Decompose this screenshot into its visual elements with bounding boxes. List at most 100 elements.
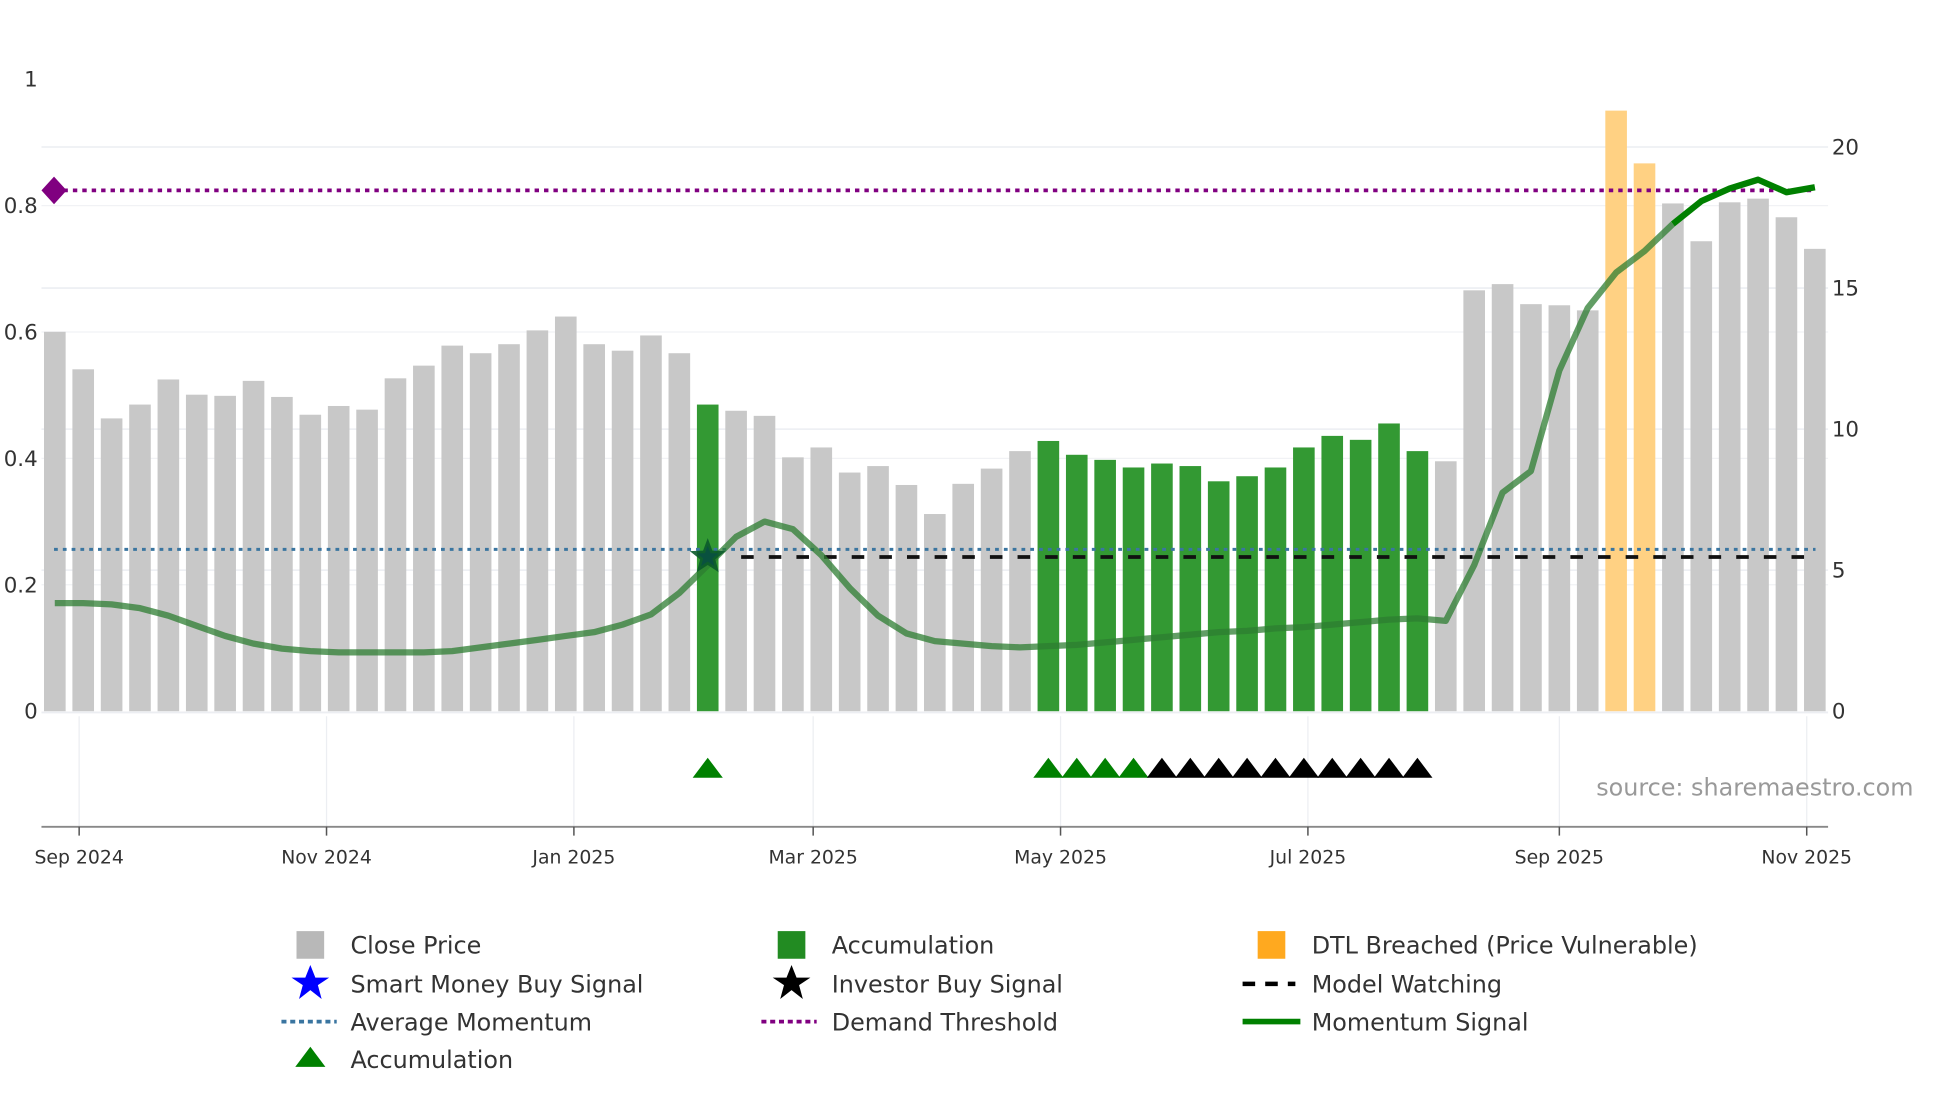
close-price-bar — [924, 514, 946, 712]
close-price-bar — [157, 379, 180, 712]
x-tick-label: Nov 2024 — [281, 847, 372, 868]
close-price-bar — [469, 353, 492, 712]
triangle-up-icon — [295, 1046, 326, 1067]
accumulation-bar — [1094, 459, 1116, 712]
accumulation-bar — [1037, 440, 1060, 712]
star-icon — [772, 965, 811, 999]
accumulation-triangle — [1090, 757, 1121, 778]
dtl-breached-bar — [1605, 110, 1627, 712]
accumulation-bar — [1207, 481, 1230, 712]
investor-triangle — [1260, 757, 1291, 778]
legend-dtl-swatch — [1257, 931, 1286, 959]
investor-triangle — [1373, 757, 1405, 778]
close-price-bar — [1009, 451, 1031, 712]
close-price-bar — [44, 331, 66, 712]
close-price-bar — [1662, 203, 1684, 712]
close-price-bar — [980, 468, 1003, 712]
investor-triangle — [1232, 757, 1263, 778]
close-price-bar — [1718, 202, 1741, 712]
source-annotation: source: sharemaestro.com — [1596, 773, 1913, 801]
momentum-chart: Sep 2024 Nov 2024 Jan 2025 Mar 2025 May 2025… — [4, 68, 1914, 1074]
y-left-tick-label: 0 — [24, 700, 38, 725]
close-price-bar — [1434, 461, 1457, 712]
star-icon — [291, 965, 330, 999]
close-price-bar — [1775, 217, 1798, 712]
accumulation-bar — [1264, 467, 1287, 712]
accumulation-triangle — [1061, 757, 1092, 778]
legend-close-price-swatch — [296, 931, 325, 959]
accumulation-bar — [1236, 476, 1258, 712]
legend-model-watching[interactable]: Model Watching — [1312, 971, 1502, 999]
close-price-bar — [952, 483, 975, 712]
x-tick-label: Sep 2025 — [1515, 847, 1604, 868]
x-tick-label: Jan 2025 — [531, 847, 615, 868]
close-price-bar — [413, 365, 435, 712]
close-price-bar — [1690, 241, 1713, 712]
legend-investor-buy[interactable]: Investor Buy Signal — [832, 971, 1063, 999]
close-price-bar — [554, 316, 577, 712]
legend-demand-threshold[interactable]: Demand Threshold — [832, 1008, 1058, 1036]
close-price-bar — [725, 410, 747, 712]
investor-triangle — [1317, 757, 1348, 778]
x-tick-label: Jul 2025 — [1269, 847, 1347, 868]
legend-smart-money[interactable]: Smart Money Buy Signal — [351, 971, 644, 999]
close-price-bar — [1463, 290, 1485, 712]
accumulation-bar — [1349, 439, 1372, 712]
close-price-bar — [299, 414, 322, 712]
accumulation-bar — [1122, 467, 1145, 712]
legend-close-price[interactable]: Close Price — [351, 932, 482, 960]
accumulation-triangle — [1033, 757, 1064, 778]
y-left-tick-label: 0.4 — [4, 447, 38, 472]
close-price-bar — [129, 404, 151, 712]
investor-triangle — [1203, 757, 1234, 778]
legend: Close Price Accumulation DTL Breached (P… — [281, 931, 1698, 1074]
close-price-bar — [1804, 248, 1826, 712]
legend-momentum-signal[interactable]: Momentum Signal — [1312, 1008, 1529, 1036]
bar-series — [44, 110, 1826, 712]
legend-accumulation-bar[interactable]: Accumulation — [832, 932, 995, 960]
close-price-bar — [640, 335, 662, 712]
x-tick-label: Nov 2025 — [1761, 847, 1852, 868]
close-price-bar — [1576, 310, 1599, 712]
close-price-bar — [242, 380, 265, 712]
accumulation-bar — [1378, 423, 1400, 712]
investor-triangle — [1146, 757, 1177, 778]
investor-triangle — [1345, 757, 1376, 778]
close-price-bar — [810, 447, 833, 712]
close-price-bar — [867, 466, 889, 712]
legend-accumulation-marker[interactable]: Accumulation — [351, 1046, 514, 1074]
y-right-tick-label: 20 — [1832, 136, 1859, 161]
close-price-bar — [384, 378, 407, 712]
close-price-bar — [895, 484, 918, 712]
close-price-bar — [782, 457, 804, 712]
close-price-bar — [327, 405, 350, 712]
close-price-bar — [441, 345, 464, 712]
close-price-bar — [611, 350, 634, 712]
close-price-bar — [668, 353, 691, 712]
accumulation-bar — [1179, 466, 1202, 712]
demand-threshold-diamond — [41, 176, 67, 205]
close-price-bar — [1747, 198, 1769, 712]
x-tick-label: May 2025 — [1014, 847, 1107, 868]
y-right-tick-label: 0 — [1832, 700, 1846, 725]
close-price-bar — [498, 344, 520, 712]
legend-average-momentum[interactable]: Average Momentum — [351, 1008, 593, 1036]
accumulation-triangle — [1118, 757, 1149, 778]
y-left-tick-label: 1 — [24, 68, 38, 93]
close-price-bar — [753, 415, 776, 712]
y-left-tick-label: 0.2 — [4, 573, 38, 598]
close-price-bar — [526, 330, 549, 712]
close-price-bar — [72, 369, 95, 712]
investor-triangle — [1175, 757, 1206, 778]
y-right-tick-label: 15 — [1832, 277, 1859, 302]
legend-dtl-breached[interactable]: DTL Breached (Price Vulnerable) — [1312, 932, 1698, 960]
y-left-tick-label: 0.6 — [4, 321, 38, 346]
y-right-tick-label: 5 — [1832, 559, 1846, 584]
y-right-tick-label: 10 — [1832, 418, 1859, 443]
x-tick-label: Sep 2024 — [34, 847, 123, 868]
close-price-bar — [1520, 304, 1542, 712]
legend-accumulation-swatch — [777, 931, 806, 959]
accumulation-bar — [1406, 451, 1429, 712]
investor-triangle — [1288, 757, 1319, 778]
x-tick-label: Mar 2025 — [768, 847, 857, 868]
